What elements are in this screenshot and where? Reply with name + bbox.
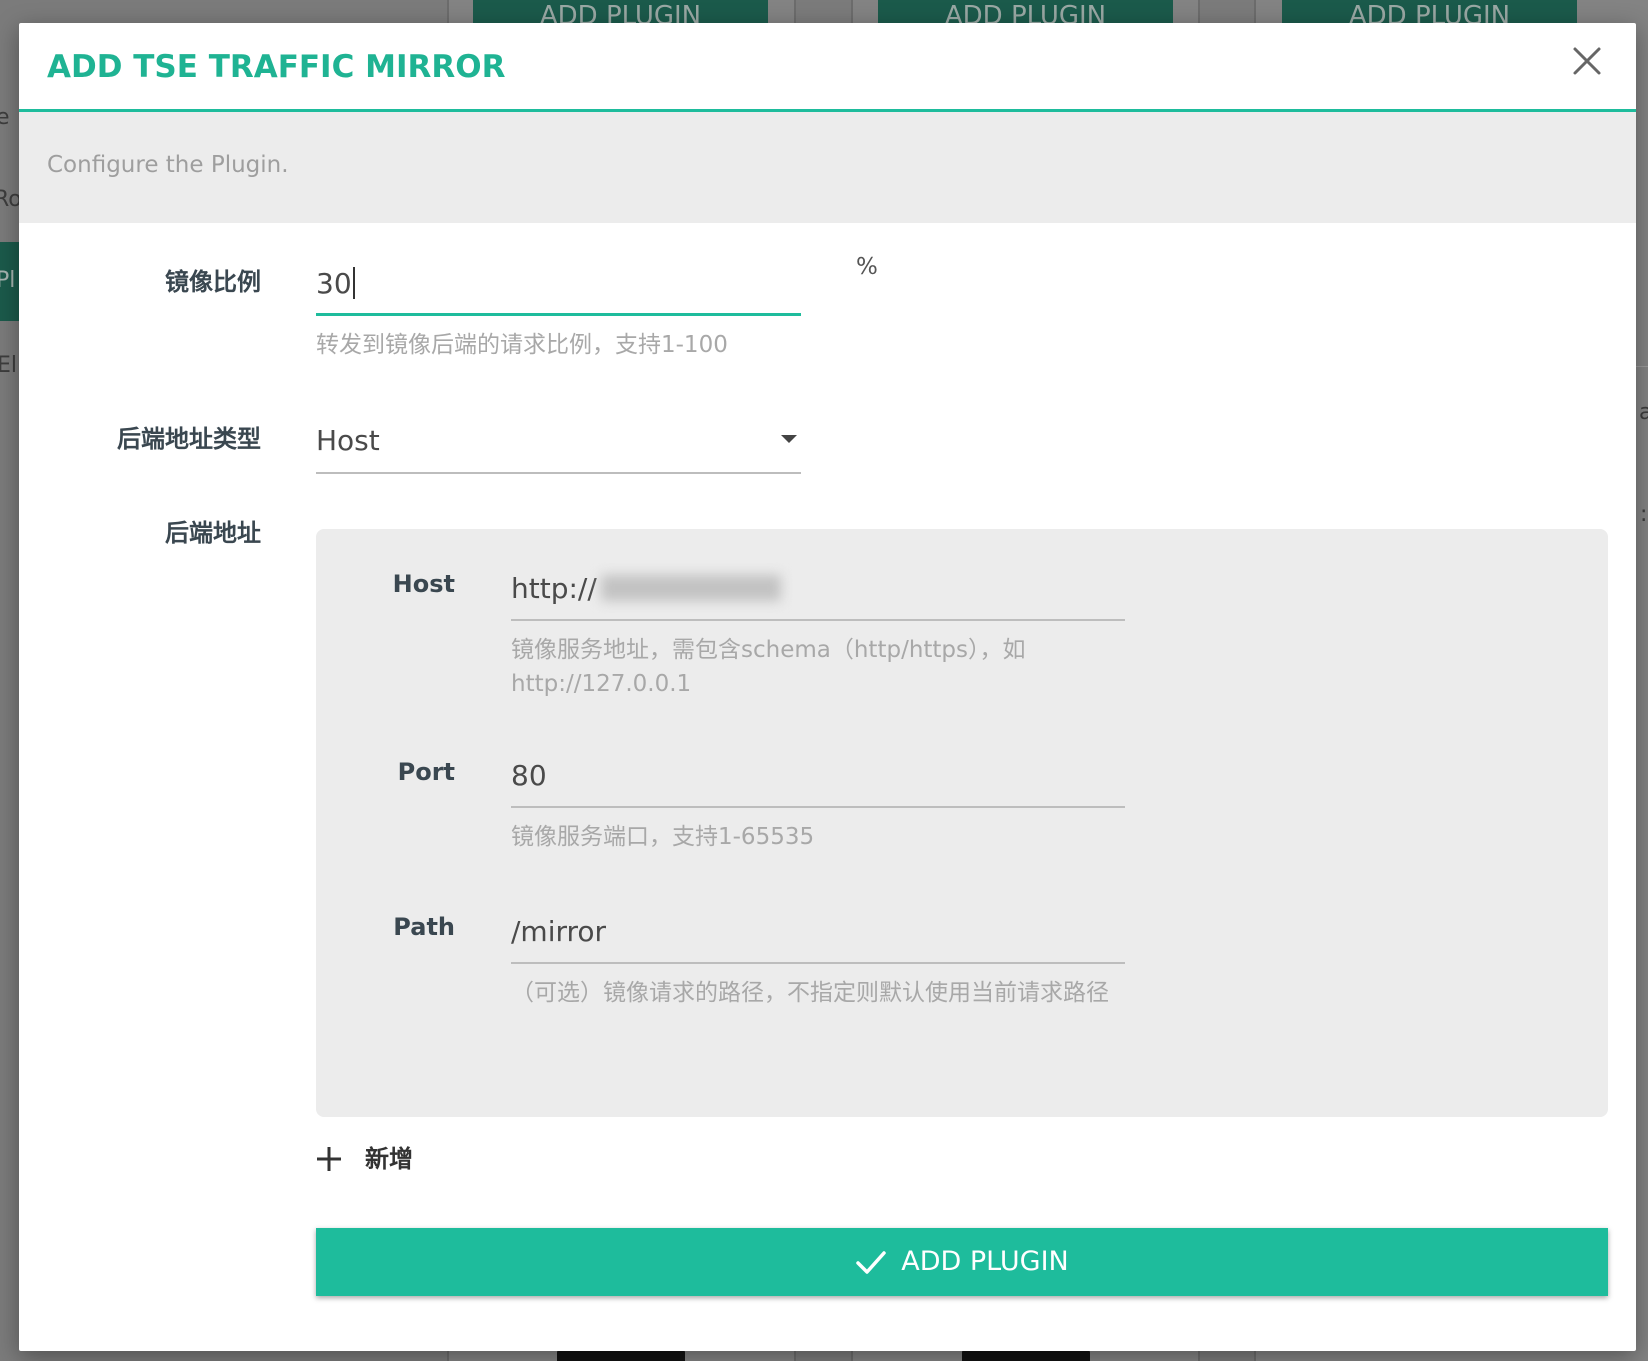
- background-fragment: Pl: [0, 268, 16, 293]
- dialog-description: Configure the Plugin.: [47, 152, 289, 178]
- text-caret: [352, 267, 355, 299]
- background-fragment: :: [1640, 502, 1648, 527]
- path-hint: （可选）镜像请求的路径，不指定则默认使用当前请求路径: [511, 980, 1109, 1006]
- add-backend-label: 新增: [365, 1145, 413, 1173]
- close-icon: [1573, 47, 1601, 75]
- redacted-address: [600, 575, 781, 601]
- backend-address-panel: Host http:// 镜像服务地址，需包含schema（http/https…: [316, 529, 1608, 1117]
- path-label: Path: [393, 913, 455, 941]
- add-backend-button[interactable]: 新增: [316, 1143, 446, 1175]
- ratio-label: 镜像比例: [165, 268, 261, 296]
- ratio-input-value: 30: [316, 267, 352, 300]
- path-input-value: /mirror: [511, 915, 607, 948]
- add-plugin-label: ADD PLUGIN: [901, 1246, 1069, 1277]
- background-add-plugin-button-3: ADD PLUGIN: [1282, 0, 1577, 23]
- backend-type-label: 后端地址类型: [117, 425, 261, 453]
- path-input[interactable]: /mirror: [511, 914, 1125, 950]
- background-fragment: a: [1639, 400, 1648, 425]
- background-add-plugin-button-2: ADD PLUGIN: [878, 0, 1173, 23]
- check-icon: [856, 1251, 887, 1274]
- background-add-plugin-button-1: ADD PLUGIN: [473, 0, 768, 23]
- description-band: Configure the Plugin.: [19, 112, 1636, 223]
- port-input-underline: [511, 806, 1125, 808]
- port-input[interactable]: 80: [511, 758, 1125, 794]
- background-divider: [1636, 366, 1648, 367]
- port-input-value: 80: [511, 759, 547, 792]
- dialog-title: ADD TSE TRAFFIC MIRROR: [47, 49, 506, 85]
- background-right-edge: a :: [1636, 0, 1648, 1361]
- caret-down-icon: [781, 435, 797, 443]
- port-hint: 镜像服务端口，支持1-65535: [511, 824, 815, 850]
- background-left-edge: e Ro Pl Eli: [0, 0, 19, 1361]
- host-label: Host: [392, 570, 455, 598]
- backend-type-select[interactable]: Host: [316, 418, 801, 474]
- port-label: Port: [397, 758, 455, 786]
- ratio-input[interactable]: 30: [316, 266, 801, 302]
- ratio-hint: 转发到镜像后端的请求比例，支持1-100: [316, 332, 728, 358]
- host-input-value: http://: [511, 572, 597, 605]
- ratio-unit: %: [856, 254, 878, 280]
- add-tse-traffic-mirror-dialog: ADD TSE TRAFFIC MIRROR Configure the Plu…: [19, 23, 1636, 1351]
- background-fragment: Ro: [0, 187, 19, 212]
- background-active-nav-item: Pl: [0, 242, 19, 321]
- backend-type-selected-value: Host: [316, 424, 380, 457]
- add-plugin-button[interactable]: ADD PLUGIN: [316, 1228, 1608, 1296]
- background-fragment: e: [0, 105, 10, 130]
- close-button[interactable]: [1572, 46, 1602, 76]
- ratio-input-underline: [316, 313, 801, 316]
- host-hint: 镜像服务地址，需包含schema（http/https），如http://127…: [511, 637, 1026, 697]
- background-fragment: Eli: [0, 353, 19, 378]
- host-input-underline: [511, 619, 1125, 621]
- plus-icon: [317, 1147, 341, 1171]
- path-input-underline: [511, 962, 1125, 964]
- backend-address-label: 后端地址: [165, 519, 261, 547]
- host-input[interactable]: http://: [511, 571, 1125, 607]
